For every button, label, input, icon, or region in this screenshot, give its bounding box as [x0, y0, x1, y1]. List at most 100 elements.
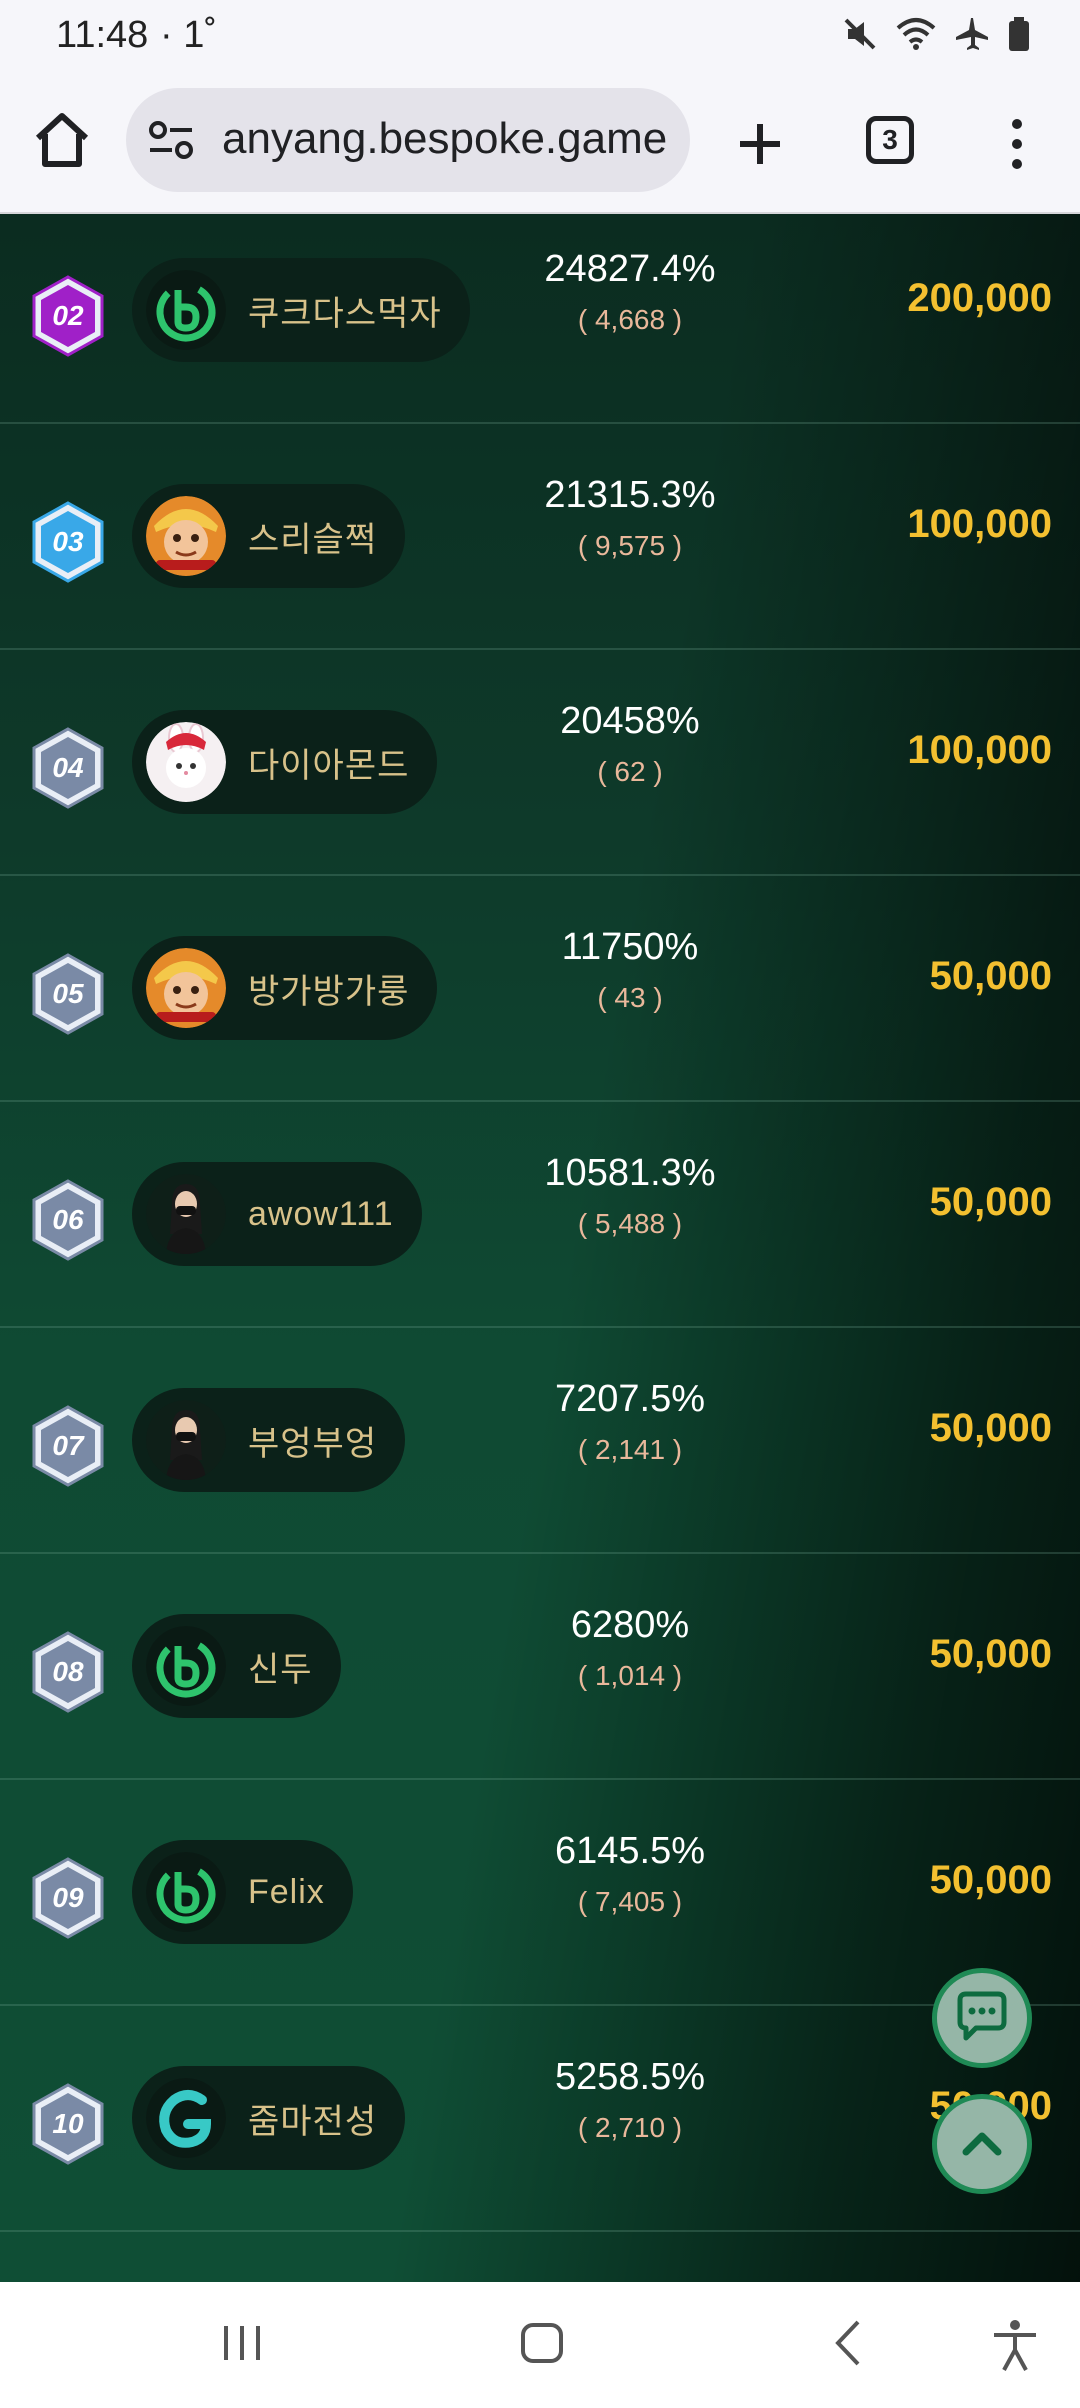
status-bar: 11:48 · 1˚: [0, 0, 1080, 72]
status-icons: [842, 16, 1030, 57]
rank-badge: 04: [30, 726, 106, 810]
rank-number: 06: [52, 1204, 84, 1235]
chat-icon: [957, 1991, 1007, 2041]
ranking-row: 06 awow111 10581.3% ( 5,488 ) 50,000: [0, 1102, 1080, 1328]
ranking-row: 09 Felix 6145.5% ( 7,405 ) 50,000: [0, 1780, 1080, 2006]
address-bar[interactable]: anyang.bespoke.game: [126, 88, 690, 192]
home-nav-icon[interactable]: [518, 2318, 566, 2373]
ranking-row: 04 다이아몬드 20458% ( 62 ) 100,000: [0, 650, 1080, 876]
play-count: ( 43 ): [597, 982, 663, 1013]
rank-number: 10: [52, 2108, 84, 2139]
win-percentage: 6280%: [570, 1604, 690, 1646]
rank-badge: 03: [30, 500, 106, 584]
recent-apps-icon[interactable]: [218, 2318, 266, 2373]
user-pill: 쿠크다스먹자: [132, 258, 470, 362]
wifi-icon: [896, 16, 936, 57]
site-settings-icon[interactable]: [148, 118, 194, 162]
ranking-row: 03 스리슬쩍 21315.3% ( 9,575 ) 100,000: [0, 424, 1080, 650]
system-nav-bar: [0, 2282, 1080, 2408]
user-pill: 부엉부엉: [132, 1388, 406, 1492]
user-pill: 신두: [132, 1614, 341, 1718]
prize-amount: 200,000: [907, 276, 1052, 320]
prize-amount: 50,000: [929, 1406, 1052, 1450]
prize-amount: 50,000: [929, 1180, 1052, 1224]
rank-number: 02: [52, 300, 84, 331]
back-icon[interactable]: [826, 2318, 874, 2373]
user-pill: Felix: [132, 1840, 353, 1944]
prize-amount: 100,000: [907, 502, 1052, 546]
scroll-top-button[interactable]: [932, 2094, 1032, 2194]
rank-badge: 09: [30, 1856, 106, 1940]
win-percentage: 7207.5%: [554, 1378, 705, 1420]
win-percentage: 11750%: [561, 926, 699, 968]
browser-toolbar: anyang.bespoke.game 3: [0, 72, 1080, 214]
win-percentage: 24827.4%: [544, 248, 716, 290]
play-count: ( 5,488 ): [577, 1208, 683, 1239]
rank-badge: 05: [30, 952, 106, 1036]
play-count: ( 4,668 ): [577, 304, 683, 335]
win-percentage: 20458%: [560, 700, 700, 742]
rank-badge: 10: [30, 2082, 106, 2166]
avatar: [146, 1626, 226, 1706]
status-weather: · 1˚: [160, 14, 217, 56]
rank-number: 09: [52, 1882, 84, 1913]
url-text: anyang.bespoke.game: [222, 114, 668, 163]
user-pill: 다이아몬드: [132, 710, 438, 814]
rank-number: 07: [52, 1430, 84, 1461]
ranking-list: 02 쿠크다스먹자 24827.4% ( 4,668 ) 200,000 03 스리슬쩍 21…: [0, 214, 1080, 2282]
rank-number: 08: [52, 1656, 84, 1687]
airplane-mode-icon: [954, 16, 990, 57]
user-pill: 스리슬쩍: [132, 484, 406, 588]
new-tab-icon[interactable]: [728, 112, 792, 176]
win-percentage: 6145.5%: [554, 1830, 705, 1872]
avatar: [146, 722, 226, 802]
prize-amount: 100,000: [907, 728, 1052, 772]
nickname: 스리슬쩍: [248, 520, 378, 559]
play-count: ( 2,710 ): [577, 2112, 683, 2143]
play-count: ( 9,575 ): [577, 530, 683, 561]
rank-badge: 02: [30, 274, 106, 358]
nickname: 방가방가룽: [248, 972, 410, 1011]
home-icon[interactable]: [30, 108, 94, 172]
avatar: [146, 1852, 226, 1932]
user-pill: 방가방가룽: [132, 936, 438, 1040]
play-count: ( 62 ): [597, 756, 663, 787]
scroll-top-icon: [962, 2132, 1002, 2156]
ranking-row: 05 방가방가룽 11750% ( 43 ) 50,000: [0, 876, 1080, 1102]
status-time: 11:48: [56, 14, 149, 56]
chat-button[interactable]: [932, 1968, 1032, 2068]
nickname: 신두: [248, 1650, 313, 1689]
avatar: [146, 496, 226, 576]
nickname: awow111: [248, 1194, 394, 1233]
user-pill: 줌마전성: [132, 2066, 406, 2170]
avatar: [146, 2078, 226, 2158]
play-count: ( 7,405 ): [577, 1886, 683, 1917]
avatar: [146, 270, 226, 350]
accessibility-icon[interactable]: [990, 2318, 1040, 2377]
win-percentage: 5258.5%: [554, 2056, 705, 2098]
win-percentage: 10581.3%: [544, 1152, 716, 1194]
rank-number: 04: [52, 752, 84, 783]
ranking-row: 08 신두 6280% ( 1,014 ) 50,000: [0, 1554, 1080, 1780]
prize-amount: 50,000: [929, 1858, 1052, 1902]
mute-icon: [842, 16, 878, 57]
nickname: Felix: [248, 1872, 325, 1911]
nickname: 줌마전성: [248, 2102, 378, 2141]
rank-number: 05: [52, 978, 84, 1009]
play-count: ( 2,141 ): [577, 1434, 683, 1465]
rank-badge: 07: [30, 1404, 106, 1488]
rank-badge: 08: [30, 1630, 106, 1714]
user-pill: awow111: [132, 1162, 422, 1266]
avatar: [146, 948, 226, 1028]
nickname: 부엉부엉: [248, 1424, 378, 1463]
nickname: 다이아몬드: [248, 746, 410, 785]
rank-number: 03: [52, 526, 84, 557]
ranking-row: 02 쿠크다스먹자 24827.4% ( 4,668 ) 200,000: [0, 214, 1080, 424]
tab-switcher-icon[interactable]: 3: [866, 116, 914, 164]
more-menu-icon[interactable]: [1000, 112, 1034, 176]
rank-badge: 06: [30, 1178, 106, 1262]
battery-icon: [1008, 16, 1030, 57]
play-count: ( 1,014 ): [577, 1660, 683, 1691]
win-percentage: 21315.3%: [544, 474, 716, 516]
ranking-row: 10줌마전성5258.5%( 2,710 )50,000: [0, 2006, 1080, 2232]
